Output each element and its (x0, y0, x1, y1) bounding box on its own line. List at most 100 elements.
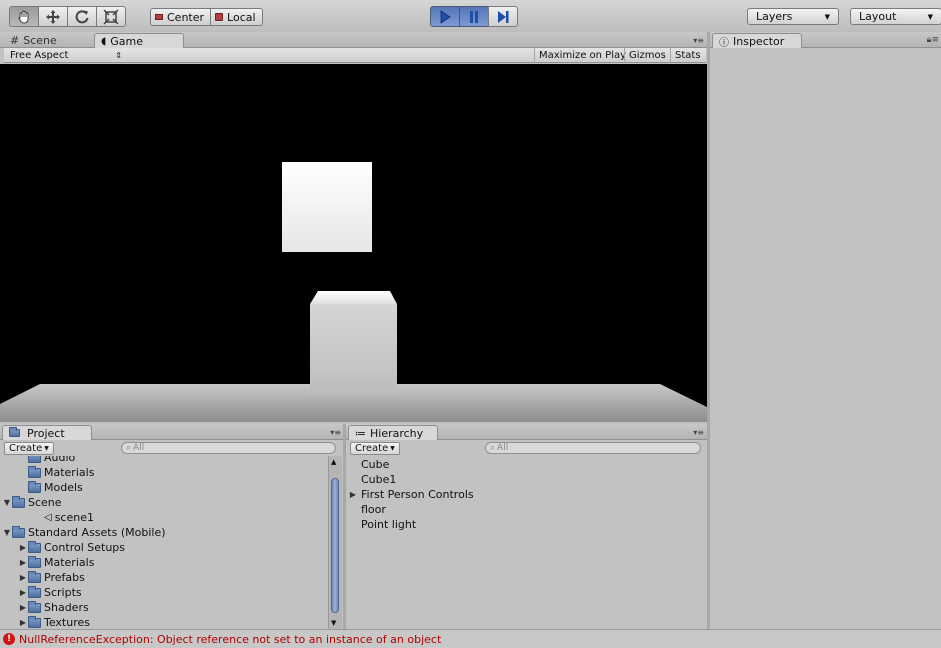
tab-menu-icon[interactable]: ▾≡ (330, 428, 341, 437)
main-toolbar: Center Local Layers ▼ Layout ▼ (0, 0, 941, 33)
maximize-on-play-toggle[interactable]: Maximize on Play (534, 48, 630, 63)
collapsed-arrow-icon[interactable]: ▶ (348, 490, 358, 499)
hierarchy-item[interactable]: ▶ First Person Controls (348, 487, 474, 502)
project-item-label: Textures (44, 616, 90, 629)
project-item-label: Standard Assets (Mobile) (28, 526, 166, 539)
collapsed-arrow-icon[interactable]: ▶ (18, 573, 28, 582)
project-item[interactable]: ▶ Shaders (18, 600, 89, 615)
pivot-local-button[interactable]: Local (210, 8, 263, 26)
project-item[interactable]: Audio (18, 456, 75, 465)
move-tool-button[interactable] (38, 6, 68, 27)
scroll-thumb[interactable] (331, 478, 339, 613)
ground-cube-front (310, 304, 397, 394)
hierarchy-item-label: Point light (361, 518, 417, 531)
tab-menu-icon[interactable]: ▾≡ (693, 428, 704, 437)
updown-icon: ⇕ (115, 51, 122, 60)
pacman-icon: ◖ (101, 35, 107, 47)
folder-icon (28, 540, 41, 553)
floating-cube (282, 162, 372, 252)
playback-controls (430, 6, 518, 27)
scene-render (0, 162, 707, 422)
gizmos-toggle[interactable]: Gizmos (624, 48, 670, 63)
hierarchy-item[interactable]: floor (348, 502, 386, 517)
scroll-down-icon[interactable]: ▼ (331, 619, 336, 627)
project-item[interactable]: ◁ scene1 (34, 510, 94, 525)
pivot-center-button[interactable]: Center (150, 8, 212, 26)
hierarchy-item-label: First Person Controls (361, 488, 474, 501)
ground-cube-top (310, 291, 397, 304)
tab-menu-icon[interactable]: ▾≡ (693, 36, 704, 45)
scale-icon (103, 8, 119, 25)
hierarchy-tree: Cube Cube1 ▶ First Person Controls floor Poin… (346, 456, 707, 629)
project-item[interactable]: Models (18, 480, 83, 495)
pause-button[interactable] (459, 6, 489, 27)
tab-hierarchy[interactable]: ≔ Hierarchy (348, 425, 438, 440)
scroll-up-icon[interactable]: ▲ (331, 458, 336, 466)
hierarchy-item[interactable]: Point light (348, 517, 416, 532)
status-bar[interactable]: ! NullReferenceException: Object referen… (0, 629, 941, 648)
tab-project[interactable]: Project (2, 425, 92, 440)
hierarchy-tabbar: ≔ Hierarchy ▾≡ (346, 424, 707, 440)
layout-dropdown[interactable]: Layout ▼ (850, 8, 941, 25)
center-pivot-icon (155, 14, 163, 20)
inspector-body (710, 48, 941, 629)
project-item[interactable]: ▶ Prefabs (18, 570, 85, 585)
tab-scene[interactable]: # Scene (4, 33, 63, 48)
hierarchy-item[interactable]: Cube (348, 457, 389, 472)
rotate-icon (75, 9, 89, 23)
expanded-arrow-icon[interactable]: ▼ (2, 498, 12, 507)
folder-icon (28, 570, 41, 583)
collapsed-arrow-icon[interactable]: ▶ (18, 558, 28, 567)
project-item[interactable]: ▶ Textures (18, 615, 90, 629)
collapsed-arrow-icon[interactable]: ▶ (18, 603, 28, 612)
lock-icon[interactable]: 🔒︎≡ (927, 35, 939, 45)
viewport-tabbar: # Scene ◖ Game ▾≡ (0, 32, 707, 48)
folder-icon (12, 495, 25, 508)
project-item-label: Models (44, 481, 83, 494)
project-item[interactable]: ▶ Control Setups (18, 540, 125, 555)
project-item[interactable]: ▼ Scene (2, 495, 62, 510)
pause-icon (470, 10, 478, 23)
project-item[interactable]: ▼ Standard Assets (Mobile) (2, 525, 166, 540)
project-create-button[interactable]: Create ▼ (4, 442, 54, 455)
project-item[interactable]: ▶ Scripts (18, 585, 82, 600)
folder-icon (9, 427, 20, 437)
tab-inspector-label: Inspector (733, 34, 785, 48)
hierarchy-search-input[interactable]: ⌕ All (485, 442, 701, 454)
project-search-input[interactable]: ⌕ All (121, 442, 336, 454)
rotate-tool-button[interactable] (67, 6, 97, 27)
collapsed-arrow-icon[interactable]: ▶ (18, 618, 28, 627)
folder-icon (28, 480, 41, 493)
scale-tool-button[interactable] (96, 6, 126, 27)
collapsed-arrow-icon[interactable]: ▶ (18, 588, 28, 597)
layers-label: Layers (756, 10, 793, 23)
hand-icon (18, 10, 29, 23)
tab-inspector[interactable]: ⓘ Inspector (712, 33, 802, 49)
expanded-arrow-icon[interactable]: ▼ (2, 528, 12, 537)
project-item[interactable]: Materials (18, 465, 94, 480)
tab-game-label: Game (110, 34, 144, 48)
search-placeholder: All (133, 443, 145, 453)
search-icon: ⌕ (126, 443, 132, 453)
hierarchy-create-button[interactable]: Create ▼ (350, 442, 400, 455)
project-item-label: Scripts (44, 586, 82, 599)
project-item[interactable]: ▶ Materials (18, 555, 94, 570)
aspect-dropdown[interactable]: Free Aspect ⇕ (6, 48, 126, 63)
info-icon: ⓘ (719, 37, 729, 49)
game-viewport[interactable] (0, 64, 707, 422)
error-icon: ! (3, 633, 15, 645)
project-item-label: Materials (44, 466, 95, 479)
project-scrollbar[interactable]: ▲ ▼ (328, 456, 342, 629)
play-button[interactable] (430, 6, 460, 27)
collapsed-arrow-icon[interactable]: ▶ (18, 543, 28, 552)
hierarchy-item[interactable]: Cube1 (348, 472, 396, 487)
layers-dropdown[interactable]: Layers ▼ (747, 8, 839, 25)
inspector-tabbar: ⓘ Inspector 🔒︎≡ (710, 32, 941, 49)
project-item-label: Materials (44, 556, 95, 569)
step-button[interactable] (488, 6, 518, 27)
hand-tool-button[interactable] (9, 6, 39, 27)
transform-tools (9, 6, 126, 27)
tab-game[interactable]: ◖ Game (94, 33, 184, 48)
stats-toggle[interactable]: Stats (670, 48, 705, 63)
hierarchy-item-label: Cube1 (361, 473, 397, 486)
